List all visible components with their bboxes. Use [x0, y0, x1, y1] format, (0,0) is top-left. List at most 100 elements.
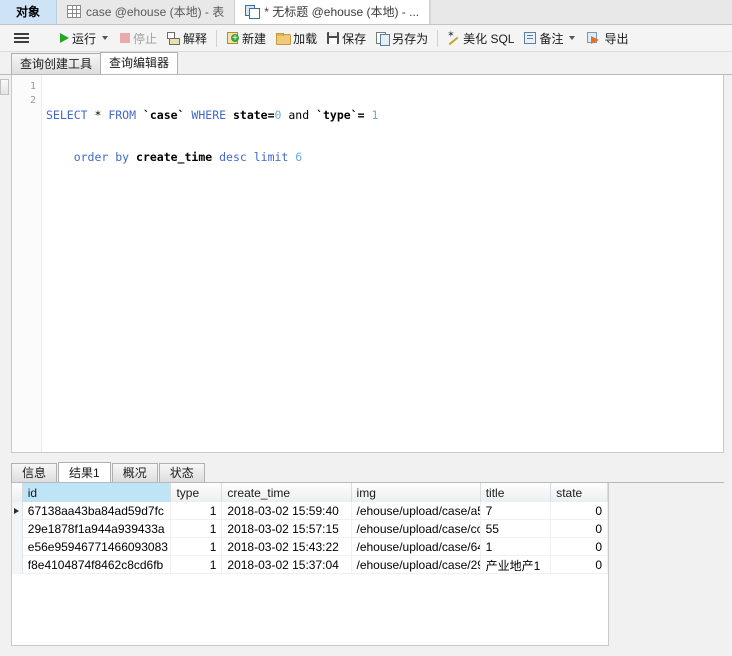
tab-result1[interactable]: 结果1	[58, 462, 111, 483]
note-button[interactable]: 备注	[519, 27, 582, 50]
query-icon	[245, 5, 261, 19]
cell-state[interactable]: 0	[551, 502, 608, 520]
row-selector[interactable]	[12, 538, 23, 556]
beautify-sql-button[interactable]: 美化 SQL	[442, 27, 519, 50]
export-icon	[587, 32, 601, 44]
tab-status[interactable]: 状态	[158, 463, 205, 483]
column-header-state-label: state	[556, 485, 583, 500]
table-row[interactable]: 29e1878f1a944a939433a 1 2018-03-02 15:57…	[12, 520, 608, 538]
tab-untitled-query[interactable]: * 无标题 @ehouse (本地) - ...	[235, 0, 431, 24]
tab-result1-label: 结果1	[69, 466, 100, 480]
save-button[interactable]: 保存	[322, 27, 371, 50]
window-tab-bar: 对象 case @ehouse (本地) - 表 * 无标题 @ehouse (…	[0, 0, 732, 25]
cell-id[interactable]: 29e1878f1a944a939433a	[23, 520, 172, 538]
explain-button-label: 解释	[183, 31, 208, 46]
row-selector[interactable]	[12, 502, 23, 520]
cell-type[interactable]: 1	[171, 556, 223, 574]
cell-state[interactable]: 0	[551, 520, 608, 538]
stop-button: 停止	[115, 27, 162, 50]
row-selector[interactable]	[12, 556, 23, 574]
sql-token: create_time	[136, 150, 220, 164]
cell-img[interactable]: /ehouse/upload/case/296	[352, 556, 481, 574]
column-header-img-label: img	[356, 485, 376, 500]
note-button-label: 备注	[539, 31, 564, 46]
cell-title[interactable]: 产业地产1	[481, 556, 552, 574]
run-button[interactable]: 运行	[55, 27, 115, 50]
cell-img[interactable]: /ehouse/upload/case/646	[352, 538, 481, 556]
sql-editor[interactable]: 1 2 SELECT * FROM `case` WHERE state=0 a…	[11, 75, 724, 453]
run-button-label: 运行	[72, 31, 97, 46]
tab-query-builder-label: 查询创建工具	[20, 57, 93, 71]
table-row[interactable]: 67138aa43ba84ad59d7fc 1 2018-03-02 15:59…	[12, 502, 608, 520]
cell-type[interactable]: 1	[171, 502, 223, 520]
play-icon	[60, 33, 69, 43]
sql-token: `case`	[136, 108, 192, 122]
cell-id[interactable]: f8e4104874f8462c8cd6fb	[23, 556, 172, 574]
sql-code-area[interactable]: SELECT * FROM `case` WHERE state=0 and `…	[46, 80, 721, 192]
cell-create-time[interactable]: 2018-03-02 15:37:04	[222, 556, 352, 574]
cell-type[interactable]: 1	[171, 520, 223, 538]
column-header-type[interactable]: type	[171, 483, 223, 502]
cell-img[interactable]: /ehouse/upload/case/a5c	[352, 502, 481, 520]
tab-query-builder[interactable]: 查询创建工具	[11, 53, 102, 74]
editor-scroll-button[interactable]	[0, 79, 9, 95]
load-button-label: 加载	[293, 31, 318, 46]
cell-state[interactable]: 0	[551, 556, 608, 574]
note-icon	[524, 32, 537, 44]
new-button-label: 新建	[242, 31, 267, 46]
stop-icon	[120, 33, 131, 43]
table-row[interactable]: e56e95946771466093083 1 2018-03-02 15:43…	[12, 538, 608, 556]
tab-info[interactable]: 信息	[11, 463, 58, 483]
load-button[interactable]: 加载	[271, 27, 322, 50]
cell-create-time[interactable]: 2018-03-02 15:57:15	[222, 520, 352, 538]
open-folder-icon	[276, 32, 292, 45]
explain-button[interactable]: 解释	[162, 27, 212, 50]
sql-token: WHERE	[191, 108, 227, 122]
column-header-title[interactable]: title	[480, 483, 552, 502]
save-as-button-label: 另存为	[392, 31, 429, 46]
cell-id[interactable]: e56e95946771466093083	[23, 538, 172, 556]
results-pane: 信息 结果1 概况 状态 id type create_time img tit…	[0, 455, 732, 656]
tab-objects-label: 对象	[16, 5, 41, 19]
tab-case-table[interactable]: case @ehouse (本地) - 表	[57, 0, 236, 24]
hamburger-icon[interactable]	[14, 32, 29, 44]
sql-token: SELECT	[46, 108, 88, 122]
new-button[interactable]: 新建	[221, 27, 271, 50]
cell-img[interactable]: /ehouse/upload/case/cca	[352, 520, 481, 538]
tab-untitled-query-label: * 无标题 @ehouse (本地) - ...	[264, 5, 420, 19]
column-header-state[interactable]: state	[551, 483, 608, 502]
cell-title[interactable]: 55	[481, 520, 552, 538]
sql-token: 6	[295, 150, 303, 164]
column-header-id[interactable]: id	[22, 483, 172, 502]
cell-title[interactable]: 1	[481, 538, 552, 556]
tab-profile-label: 概况	[122, 466, 147, 480]
column-header-id-label: id	[27, 485, 38, 500]
sql-token: order by	[46, 150, 137, 164]
column-header-img[interactable]: img	[351, 483, 481, 502]
tab-query-editor[interactable]: 查询编辑器	[100, 52, 179, 74]
cell-create-time[interactable]: 2018-03-02 15:59:40	[222, 502, 352, 520]
cell-state[interactable]: 0	[551, 538, 608, 556]
tab-case-table-label: case @ehouse (本地) - 表	[86, 5, 225, 19]
chevron-down-icon[interactable]	[102, 36, 109, 40]
sql-line-2: order by create_time desc limit 6	[46, 150, 721, 164]
sql-token: *	[87, 108, 109, 122]
column-header-create-time[interactable]: create_time	[222, 483, 352, 502]
cell-create-time[interactable]: 2018-03-02 15:43:22	[222, 538, 352, 556]
sql-token: and	[281, 108, 317, 122]
tab-profile[interactable]: 概况	[111, 463, 158, 483]
save-as-button[interactable]: 另存为	[371, 27, 433, 50]
table-row[interactable]: f8e4104874f8462c8cd6fb 1 2018-03-02 15:3…	[12, 556, 608, 574]
chevron-down-icon-note[interactable]	[569, 36, 576, 40]
column-header-type-label: type	[176, 485, 200, 500]
export-button[interactable]: 导出	[582, 27, 633, 50]
export-button-label: 导出	[604, 31, 629, 46]
cell-title[interactable]: 7	[481, 502, 552, 520]
tab-objects[interactable]: 对象	[0, 0, 58, 24]
row-selector[interactable]	[12, 520, 23, 538]
cell-id[interactable]: 67138aa43ba84ad59d7fc	[23, 502, 172, 520]
cell-type[interactable]: 1	[171, 538, 223, 556]
grid-corner-header[interactable]	[12, 483, 23, 502]
results-grid[interactable]: id type create_time img title state 6713…	[11, 483, 609, 646]
column-header-create-time-label: create_time	[227, 485, 291, 500]
